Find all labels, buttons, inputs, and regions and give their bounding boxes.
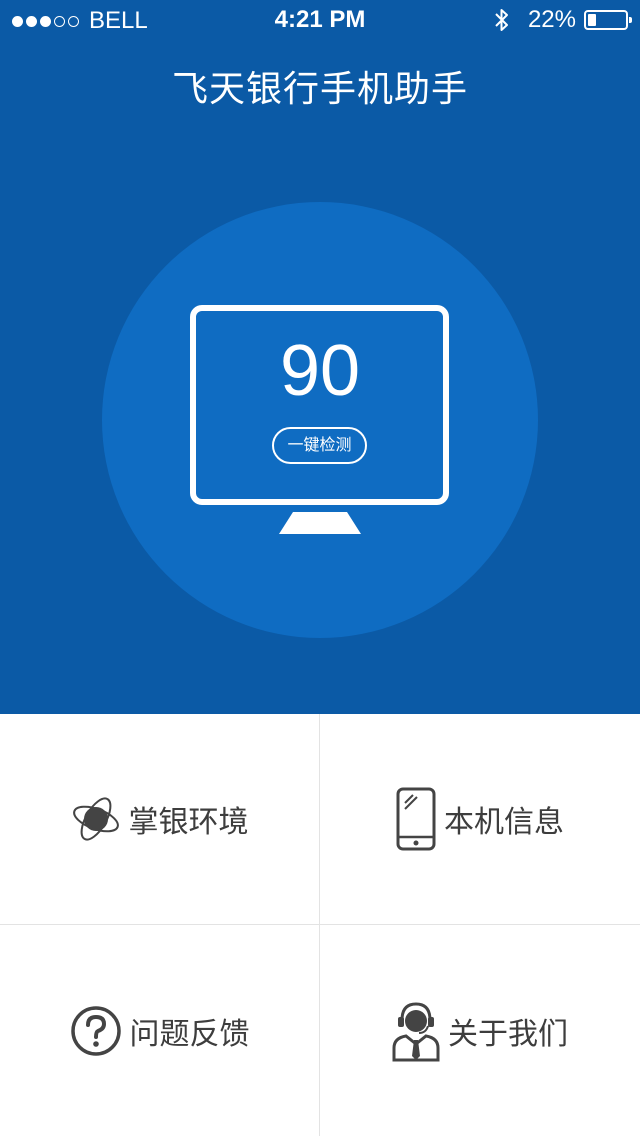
planet-icon bbox=[71, 794, 121, 844]
question-icon bbox=[70, 1005, 122, 1057]
menu-grid: 掌银环境 本机信息 问题反馈 关于我们 bbox=[0, 714, 640, 1136]
phone-icon bbox=[396, 787, 436, 851]
battery-icon bbox=[584, 10, 632, 30]
menu-item-environment[interactable]: 掌银环境 bbox=[0, 714, 320, 925]
support-agent-icon bbox=[392, 1000, 440, 1062]
bluetooth-icon bbox=[494, 7, 510, 33]
page-title: 飞天银行手机助手 bbox=[171, 68, 468, 109]
menu-item-feedback[interactable]: 问题反馈 bbox=[0, 925, 320, 1136]
menu-item-label: 本机信息 bbox=[444, 806, 564, 839]
battery-percent: 22% bbox=[527, 6, 576, 33]
menu-item-about-us[interactable]: 关于我们 bbox=[320, 925, 640, 1136]
menu-item-label: 关于我们 bbox=[448, 1017, 568, 1051]
security-score: 90 bbox=[279, 331, 361, 411]
status-bar: BELL 4:21 PM 22% bbox=[0, 0, 640, 40]
status-right: 22% bbox=[494, 6, 632, 34]
menu-item-label: 掌银环境 bbox=[128, 806, 249, 839]
hero-section: BELL 4:21 PM 22% 飞天银行手机助手 90 一键检测 bbox=[0, 0, 640, 714]
one-click-check-button[interactable]: 一键检测 bbox=[272, 427, 367, 464]
menu-item-device-info[interactable]: 本机信息 bbox=[320, 714, 640, 925]
menu-item-label: 问题反馈 bbox=[129, 1017, 250, 1051]
monitor-stand bbox=[279, 512, 361, 534]
battery-level bbox=[588, 14, 596, 26]
